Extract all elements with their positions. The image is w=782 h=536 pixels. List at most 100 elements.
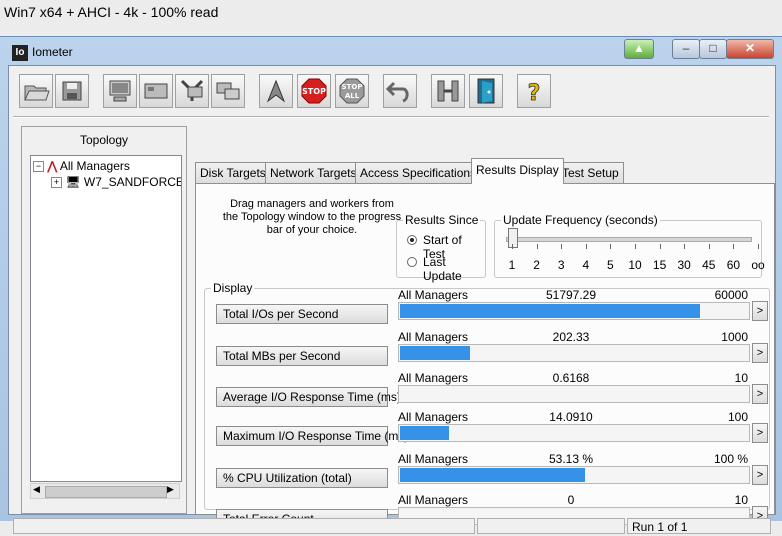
svg-text:?: ? <box>528 81 541 106</box>
save-config-button[interactable] <box>55 74 89 108</box>
scroll-left-icon[interactable]: ◀ <box>33 484 40 495</box>
svg-text:STOP: STOP <box>342 83 363 91</box>
disk-icon <box>144 83 168 99</box>
toolbar-separator <box>13 116 769 118</box>
toolbar: STOP STOP ALL ? <box>13 68 771 116</box>
radio-last-update[interactable] <box>407 257 417 267</box>
worker-icon <box>180 79 204 101</box>
display-icon <box>109 80 131 102</box>
results-since-title: Results Since <box>403 213 481 227</box>
slider-tick <box>659 244 661 249</box>
new-disk-worker-button[interactable] <box>139 74 173 108</box>
iometer-window: Io Iometer ▲ – □ ✕ STOP STOP ALL ? Topol… <box>0 36 782 534</box>
metric-value: 53.13 % <box>548 452 594 466</box>
metric-progress-bar[interactable] <box>398 344 750 362</box>
save-icon <box>62 81 82 101</box>
about-button[interactable]: ? <box>517 74 551 108</box>
metric-select-button[interactable]: Average I/O Response Time (ms) <box>216 387 401 407</box>
slider-tick <box>512 244 513 249</box>
slider-tick <box>733 244 735 249</box>
slider-thumb[interactable] <box>508 228 518 248</box>
metric-value: 202.33 <box>552 330 590 344</box>
metric-max: 10 <box>734 371 748 385</box>
metric-more-button[interactable]: > <box>752 465 768 485</box>
start-icon <box>266 79 286 103</box>
status-run: Run 1 of 1 <box>627 518 771 534</box>
tree-item-all-managers[interactable]: − ⋀ All Managers <box>33 158 130 174</box>
metric-select-button[interactable]: % CPU Utilization (total) <box>216 468 388 488</box>
metric-select-button[interactable]: Total I/Os per Second <box>216 304 388 324</box>
topology-scrollbar[interactable]: ◀ ▶ <box>30 483 180 499</box>
stop-all-icon: STOPALL <box>339 78 365 104</box>
tree-item-manager[interactable]: + 🖥 W7_SANDFORCE <box>51 174 182 190</box>
app-icon: Io <box>12 45 28 61</box>
exit-workers-button[interactable] <box>431 74 465 108</box>
update-frequency-slider[interactable] <box>506 237 752 242</box>
tab-results-display[interactable]: Results Display <box>471 158 564 184</box>
tab-access-specifications[interactable]: Access Specifications <box>355 162 482 184</box>
metric-more-button[interactable]: > <box>752 384 768 404</box>
metric-progress-bar[interactable] <box>398 424 750 442</box>
tab-test-setup[interactable]: Test Setup <box>557 162 624 184</box>
metric-more-button[interactable]: > <box>752 301 768 321</box>
stop-test-button[interactable]: STOP <box>297 74 331 108</box>
collapse-icon[interactable]: − <box>33 161 44 173</box>
scrollbar-thumb[interactable] <box>45 486 167 498</box>
duplicate-worker-button[interactable] <box>211 74 245 108</box>
client-area: STOP STOP ALL ? Topology − ⋀ All Manager… <box>8 65 776 534</box>
tab-network-targets[interactable]: Network Targets <box>265 162 362 184</box>
minimize-button[interactable]: – <box>672 39 700 59</box>
metric-more-button[interactable]: > <box>752 423 768 443</box>
metric-progress-bar[interactable] <box>398 302 750 320</box>
metric-progress-bar[interactable] <box>398 466 750 484</box>
metric-progress-fill <box>400 304 700 318</box>
metric-max: 10 <box>734 493 748 507</box>
slider-tick <box>758 244 759 249</box>
metric-more-button[interactable]: > <box>752 343 768 363</box>
outer-title: Win7 x64 + AHCI - 4k - 100% read <box>4 4 219 20</box>
metric-select-button[interactable]: Total MBs per Second <box>216 346 388 366</box>
slider-tick <box>585 244 587 249</box>
network-icon <box>216 82 240 100</box>
metric-max: 60000 <box>714 288 748 302</box>
exit-iometer-button[interactable] <box>469 74 503 108</box>
scroll-right-icon[interactable]: ▶ <box>167 484 174 495</box>
stop-all-button[interactable]: STOP ALL <box>335 74 369 108</box>
metric-select-button[interactable]: Maximum I/O Response Time (ms) <box>216 426 408 446</box>
pin-icon[interactable]: ▲ <box>624 39 654 59</box>
tree-item-label: W7_SANDFORCE <box>83 175 182 189</box>
metric-manager-label: All Managers <box>398 493 469 507</box>
title-bar[interactable]: Io Iometer ▲ – □ ✕ <box>0 37 782 65</box>
metric-value: 51797.29 <box>545 288 597 302</box>
reset-workers-button[interactable] <box>383 74 417 108</box>
slider-tick-label: 2 <box>533 258 540 272</box>
metric-max: 1000 <box>721 330 748 344</box>
close-button[interactable]: ✕ <box>726 39 774 59</box>
tab-disk-targets[interactable]: Disk Targets <box>195 162 271 184</box>
metric-manager-label: All Managers <box>398 371 469 385</box>
stop-icon: STOP <box>301 78 327 104</box>
new-manager-button[interactable] <box>103 74 137 108</box>
metric-value: 14.0910 <box>549 410 593 424</box>
computer-icon: 🖥 <box>65 175 81 189</box>
slider-tick-label: 45 <box>702 258 716 272</box>
drag-instructions: Drag managers and workers from the Topol… <box>222 198 402 236</box>
maximize-button[interactable]: □ <box>699 39 727 59</box>
topology-tree[interactable]: − ⋀ All Managers + 🖥 W7_SANDFORCE <box>30 155 182 482</box>
radio-start-of-test[interactable] <box>407 235 417 245</box>
expand-icon[interactable]: + <box>51 177 62 189</box>
open-config-button[interactable] <box>19 74 53 108</box>
slider-tick-label: 15 <box>652 258 667 272</box>
slider-tick <box>610 244 612 249</box>
help-icon: ? <box>527 81 541 107</box>
slider-tick <box>536 244 538 249</box>
reset-icon <box>385 81 409 103</box>
display-title: Display <box>211 281 255 295</box>
metric-progress-bar[interactable] <box>398 385 750 403</box>
start-tests-button[interactable] <box>259 74 293 108</box>
metric-value: 0 <box>567 493 575 507</box>
new-network-worker-button[interactable] <box>175 74 209 108</box>
status-bar: Run 1 of 1 <box>13 518 771 536</box>
metric-max: 100 <box>727 410 748 424</box>
slider-tick <box>635 244 636 249</box>
